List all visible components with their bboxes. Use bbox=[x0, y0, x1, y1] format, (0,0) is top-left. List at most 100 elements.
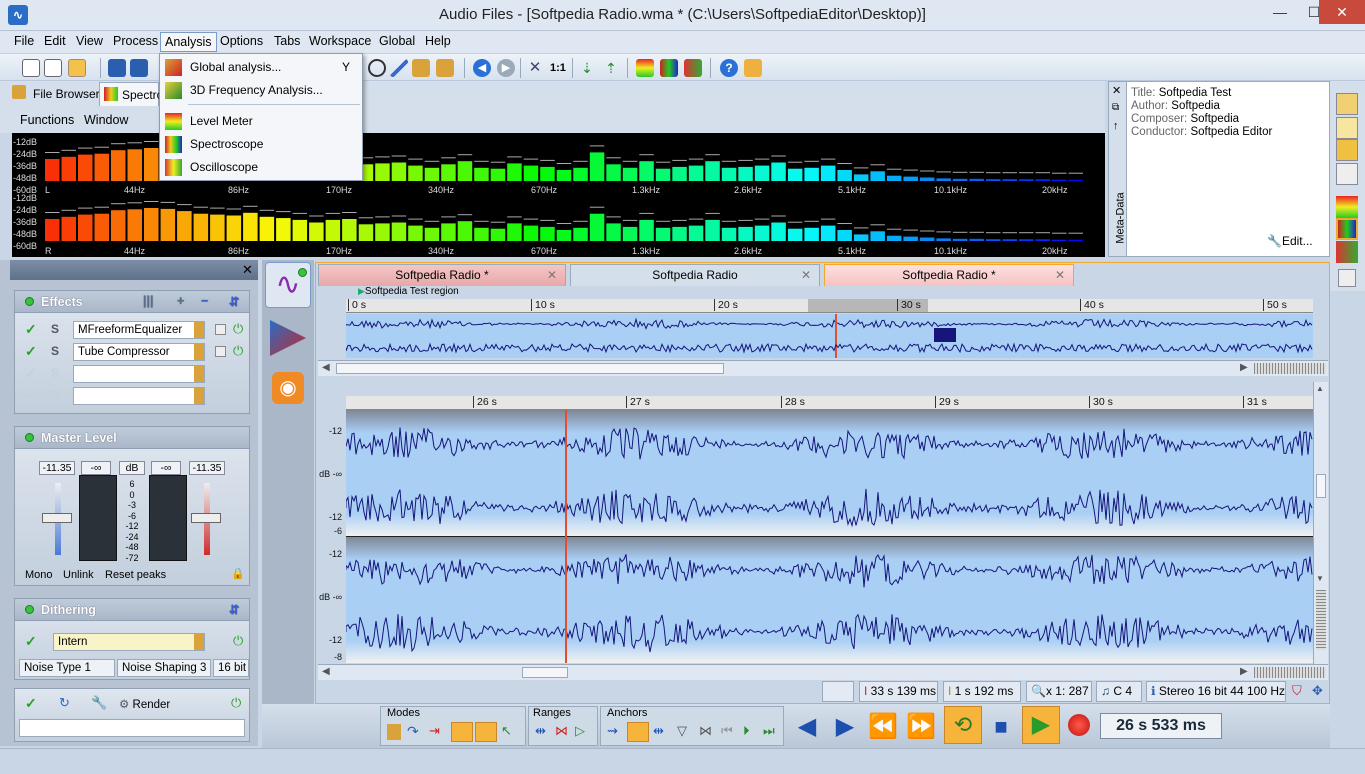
menu-global[interactable]: Global bbox=[379, 34, 415, 48]
window-menu[interactable]: Window bbox=[84, 113, 128, 127]
wrench-icon[interactable]: 🔧 bbox=[91, 695, 107, 711]
doc-tab-2[interactable]: Softpedia Radio ✕ bbox=[570, 264, 820, 286]
menu-item-global-analysis[interactable]: Global analysis... Y bbox=[160, 56, 362, 79]
open-folder-icon[interactable] bbox=[68, 59, 86, 77]
slot-s-icon[interactable]: S bbox=[51, 344, 59, 358]
effect-slot-2[interactable]: Tube Compressor bbox=[73, 343, 205, 361]
level-meter-icon[interactable] bbox=[636, 59, 654, 77]
tag-icon[interactable] bbox=[1336, 139, 1358, 161]
slot-plugin-icon[interactable] bbox=[194, 344, 204, 360]
slot-s-icon[interactable]: S bbox=[51, 322, 59, 336]
anchor-filter-icon[interactable]: ▽ bbox=[677, 723, 687, 739]
slot-plugin-icon[interactable] bbox=[194, 366, 204, 382]
zoom-slider[interactable] bbox=[1254, 667, 1326, 678]
close-button[interactable]: ✕ bbox=[1319, 0, 1365, 24]
anchor-jump-icon[interactable]: ⇹ bbox=[653, 723, 664, 739]
close-icon[interactable]: ✕ bbox=[1055, 265, 1065, 285]
unlink-toggle[interactable]: Unlink bbox=[63, 569, 94, 581]
detail-scroll-thumb[interactable] bbox=[522, 667, 568, 678]
menu-item-level-meter[interactable]: Level Meter bbox=[160, 110, 362, 133]
functions-menu[interactable]: Functions bbox=[20, 113, 74, 127]
oscilloscope-icon[interactable] bbox=[1336, 241, 1358, 263]
anchor-set-icon[interactable] bbox=[627, 722, 649, 742]
vertical-zoom-slider[interactable] bbox=[1316, 590, 1326, 650]
new-file-icon[interactable] bbox=[22, 59, 40, 77]
spectroscope-icon[interactable] bbox=[660, 59, 678, 77]
move-icon[interactable]: ✥ bbox=[1312, 683, 1323, 699]
next-button[interactable]: ▶ bbox=[828, 712, 862, 742]
context-help-icon[interactable] bbox=[744, 59, 762, 77]
render-power-icon[interactable]: ⏻ bbox=[231, 695, 241, 711]
effect-slot-1[interactable]: MFreeformEqualizer bbox=[73, 321, 205, 339]
slot-plugin-icon[interactable] bbox=[194, 388, 204, 404]
bit-depth-select[interactable]: 16 bit bbox=[213, 659, 249, 677]
range-play-icon[interactable]: ▷ bbox=[575, 723, 585, 739]
left-gain-slider[interactable] bbox=[42, 513, 72, 523]
menu-process[interactable]: Process bbox=[113, 34, 158, 48]
float-icon[interactable]: ⧉ bbox=[1112, 102, 1119, 113]
slot-plugin-icon[interactable] bbox=[194, 634, 204, 650]
close-icon[interactable]: ✕ bbox=[801, 265, 811, 285]
rewind-button[interactable]: ⏪ bbox=[866, 712, 900, 742]
slot-plugin-icon[interactable] bbox=[194, 322, 204, 338]
slot-check-icon[interactable]: ✓ bbox=[25, 365, 37, 382]
meta-edit-button[interactable]: 🔧Edit... bbox=[1267, 234, 1313, 248]
detail-waveform[interactable] bbox=[346, 410, 1313, 663]
menu-analysis[interactable]: Analysis bbox=[160, 32, 217, 52]
effects-view-icon[interactable] bbox=[270, 320, 306, 356]
range-cut-icon[interactable]: ⋈ bbox=[555, 723, 568, 739]
rss-icon[interactable]: ◉ bbox=[272, 372, 304, 404]
mode-follow-icon[interactable]: ↖ bbox=[501, 723, 512, 739]
scroll-right-icon[interactable]: ▶ bbox=[1240, 666, 1248, 677]
dithering-power-led[interactable] bbox=[25, 605, 34, 614]
play-button[interactable]: ▶ bbox=[1022, 706, 1060, 744]
slot-check-icon[interactable]: ✓ bbox=[25, 387, 37, 404]
slot-s-icon[interactable]: S bbox=[51, 366, 59, 380]
phone-icon[interactable] bbox=[1338, 269, 1356, 287]
crossfade-icon[interactable]: ✕ bbox=[526, 59, 544, 77]
overview-scroll-thumb[interactable] bbox=[336, 363, 724, 374]
render-loop-icon[interactable]: ↻ bbox=[59, 695, 70, 711]
close-icon[interactable]: ✕ bbox=[547, 265, 557, 285]
status-key[interactable]: ♫ C 4 bbox=[1096, 681, 1142, 702]
status-length[interactable]: I 33 s 139 ms bbox=[859, 681, 938, 702]
zoom-slider[interactable] bbox=[1254, 363, 1326, 374]
slot-s-icon[interactable]: S bbox=[51, 388, 59, 402]
menu-edit[interactable]: Edit bbox=[44, 34, 66, 48]
reorder-icon[interactable]: ⇵ bbox=[229, 602, 239, 617]
marker-icon[interactable] bbox=[412, 59, 430, 77]
scroll-up-icon[interactable]: ▲ bbox=[1316, 384, 1324, 393]
range-select-icon[interactable]: ⇹ bbox=[535, 723, 546, 739]
status-selection[interactable]: I 1 s 192 ms bbox=[943, 681, 1021, 702]
overview-waveform[interactable] bbox=[346, 314, 1313, 358]
menu-tabs[interactable]: Tabs bbox=[274, 34, 300, 48]
dithering-check-icon[interactable]: ✓ bbox=[25, 633, 37, 650]
minimize-button[interactable]: — bbox=[1263, 0, 1297, 24]
master-power-led[interactable] bbox=[25, 433, 34, 442]
piano-icon[interactable] bbox=[1336, 163, 1358, 185]
stop-button[interactable]: ■ bbox=[984, 712, 1018, 742]
mono-toggle[interactable]: Mono bbox=[25, 569, 53, 581]
menu-item-spectroscope[interactable]: Spectroscope bbox=[160, 133, 362, 156]
menu-options[interactable]: Options bbox=[220, 34, 263, 48]
effects-power-led[interactable] bbox=[25, 297, 34, 306]
shield-icon[interactable]: ⛉ bbox=[1292, 683, 1302, 699]
remove-icon[interactable]: − bbox=[201, 294, 208, 308]
reorder-icon[interactable]: ⇵ bbox=[229, 294, 239, 309]
scroll-right-icon[interactable]: ▶ bbox=[1240, 362, 1248, 373]
spectroscope-icon[interactable] bbox=[1336, 218, 1358, 240]
effects-list-icon[interactable]: ||| bbox=[143, 294, 154, 308]
loop-button[interactable]: ⟲ bbox=[944, 706, 982, 744]
vertical-scroll-thumb[interactable] bbox=[1316, 474, 1326, 498]
menu-item-3d-frequency[interactable]: 3D Frequency Analysis... bbox=[160, 79, 362, 102]
close-icon[interactable]: ✕ bbox=[242, 262, 253, 278]
anchor-end-icon[interactable]: ⏭ bbox=[763, 723, 775, 739]
close-icon[interactable]: ✕ bbox=[1112, 84, 1121, 97]
file-browser-icon[interactable] bbox=[1336, 93, 1358, 115]
mode-play-to-end-icon[interactable] bbox=[475, 722, 497, 742]
menu-view[interactable]: View bbox=[76, 34, 103, 48]
lock-icon[interactable]: 🔒 bbox=[231, 567, 245, 580]
scroll-down-icon[interactable]: ▼ bbox=[1316, 574, 1324, 583]
slot-check-icon[interactable]: ✓ bbox=[25, 343, 37, 360]
dithering-slot[interactable]: Intern bbox=[53, 633, 205, 651]
